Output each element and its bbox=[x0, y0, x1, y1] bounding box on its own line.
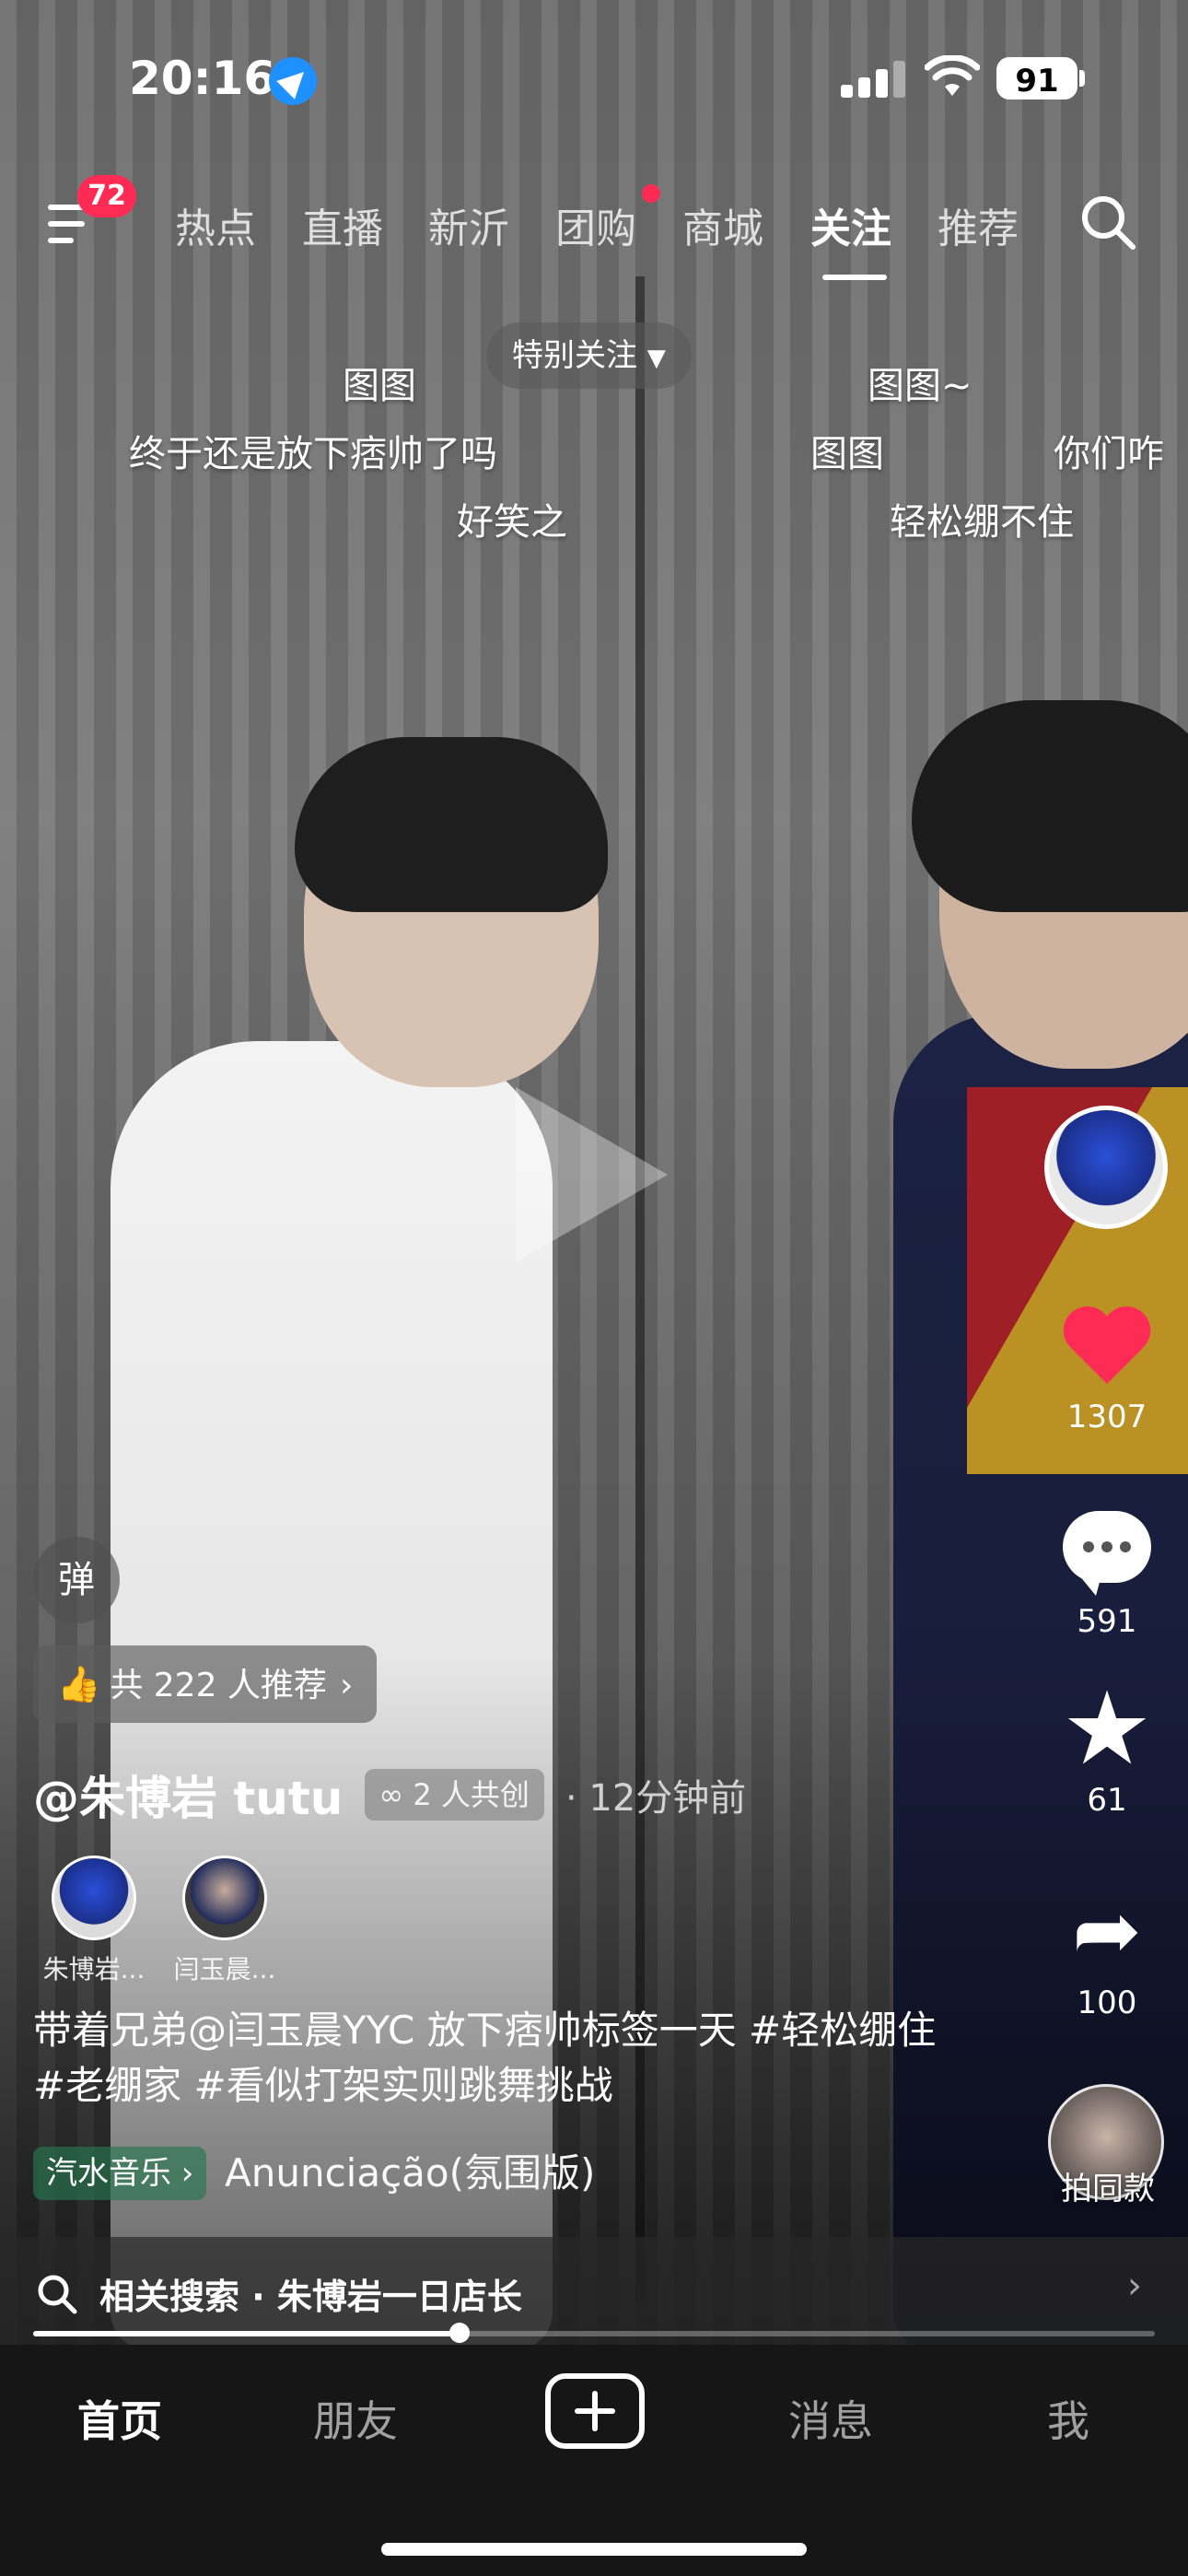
author-avatar[interactable] bbox=[1044, 1106, 1168, 1229]
comment-icon bbox=[1063, 1511, 1151, 1596]
notification-badge: 72 bbox=[77, 175, 136, 217]
status-time: 20:16 bbox=[129, 52, 276, 105]
danmaku-item: 好笑之 bbox=[457, 501, 567, 544]
chevron-right-icon: › bbox=[1127, 2265, 1142, 2307]
favorite-button[interactable]: ★ 61 bbox=[1033, 1669, 1181, 1819]
create-post-button[interactable] bbox=[545, 2373, 645, 2449]
post-time-label: 12分钟前 bbox=[588, 1777, 747, 1820]
search-icon bbox=[38, 2275, 77, 2314]
chevron-right-icon: › bbox=[171, 2155, 194, 2192]
progress-handle[interactable] bbox=[448, 2323, 470, 2343]
tab-hot[interactable]: 热点 bbox=[175, 195, 256, 254]
co-creator-name: 朱博岩... bbox=[42, 1954, 146, 1985]
tab-unread-dot bbox=[642, 184, 660, 203]
cocreate-badge[interactable]: ∞ 2 人共创 bbox=[364, 1769, 544, 1821]
comment-button[interactable]: 591 bbox=[1033, 1511, 1181, 1640]
location-arrow-icon bbox=[269, 57, 317, 105]
status-bar: 20:16 91 bbox=[0, 0, 1188, 157]
like-button[interactable]: 1307 bbox=[1033, 1308, 1181, 1435]
danmaku-item: 图图~ bbox=[868, 365, 973, 407]
music-source-tag[interactable]: 汽水音乐 › bbox=[33, 2147, 207, 2200]
tab-live[interactable]: 直播 bbox=[302, 195, 383, 254]
person-right-hair bbox=[912, 700, 1188, 912]
person-left-hair bbox=[295, 737, 608, 912]
screen: 20:16 91 72 热点 直播 新沂 团购 商城 关注 推荐 特别关注 ▼ … bbox=[0, 0, 1188, 2576]
home-indicator bbox=[381, 2543, 807, 2556]
battery-tip bbox=[1079, 70, 1085, 87]
danmaku-toggle-button[interactable]: 弹 bbox=[33, 1537, 120, 1623]
thumbs-up-icon: 👍 bbox=[57, 1664, 101, 1704]
video-progress-bar[interactable] bbox=[33, 2323, 1155, 2343]
special-follow-label: 特别关注 bbox=[512, 337, 637, 374]
tab-following[interactable]: 关注 bbox=[810, 195, 891, 254]
wifi-icon bbox=[925, 55, 980, 96]
bottom-tab-messages[interactable]: 消息 bbox=[757, 2388, 904, 2449]
cellular-signal-icon bbox=[841, 59, 907, 98]
bottom-tab-home[interactable]: 首页 bbox=[46, 2388, 193, 2449]
danmaku-item: 图图 bbox=[343, 365, 416, 407]
danmaku-item: 终于还是放下痞帅了吗 bbox=[129, 433, 497, 475]
danmaku-item: 轻松绷不住 bbox=[890, 501, 1074, 544]
tab-group-buy[interactable]: 团购 bbox=[555, 195, 636, 254]
play-icon[interactable] bbox=[516, 1087, 668, 1262]
bottom-tab-me[interactable]: 我 bbox=[995, 2388, 1142, 2449]
author-name[interactable]: @朱博岩 tutu bbox=[33, 1772, 343, 1825]
co-creator-avatar[interactable] bbox=[182, 1856, 267, 1940]
video-description[interactable]: 带着兄弟@闫玉晨YYC 放下痞帅标签一天 #轻松绷住 #老绷家 #看似打架实则跳… bbox=[33, 2003, 954, 2113]
music-title[interactable]: Anunciação(氛围版) bbox=[225, 2147, 595, 2200]
special-follow-dropdown[interactable]: 特别关注 ▼ bbox=[486, 322, 692, 389]
danmaku-item: 图图 bbox=[810, 433, 884, 475]
battery-indicator: 91 bbox=[996, 57, 1077, 100]
share-button[interactable]: ➦ 100 bbox=[1033, 1882, 1181, 2022]
tab-local[interactable]: 新沂 bbox=[428, 195, 509, 254]
related-search-text: 相关搜索 · 朱博岩一日店长 bbox=[99, 2277, 522, 2317]
share-icon: ➦ bbox=[1072, 1882, 1142, 1979]
music-source-label: 汽水音乐 bbox=[46, 2155, 171, 2192]
heart-icon bbox=[1061, 1308, 1153, 1391]
search-icon[interactable] bbox=[1079, 193, 1136, 251]
chevron-right-icon: › bbox=[339, 1667, 354, 1704]
star-icon: ★ bbox=[1061, 1669, 1153, 1787]
same-style-label[interactable]: 拍同款 bbox=[1039, 2163, 1177, 2208]
bottom-tab-friends[interactable]: 朋友 bbox=[282, 2388, 429, 2449]
favorite-count: 61 bbox=[1087, 1782, 1127, 1819]
author-row: @朱博岩 tutu ∞ 2 人共创 · 12分钟前 bbox=[33, 1762, 746, 1828]
cocreate-label: 2 人共创 bbox=[413, 1777, 530, 1812]
tab-recommend[interactable]: 推荐 bbox=[938, 195, 1019, 254]
share-count: 100 bbox=[1077, 1985, 1137, 2021]
danmaku-item: 你们咋 bbox=[1054, 433, 1164, 475]
comment-count: 591 bbox=[1077, 1603, 1137, 1640]
post-time: · 12分钟前 bbox=[565, 1777, 747, 1820]
tab-mall[interactable]: 商城 bbox=[682, 195, 763, 254]
recommend-pill[interactable]: 👍 共 222 人推荐 › bbox=[33, 1645, 378, 1723]
recommend-label: 共 222 人推荐 bbox=[110, 1667, 327, 1704]
like-count: 1307 bbox=[1066, 1399, 1147, 1435]
co-creator-avatar[interactable] bbox=[52, 1856, 136, 1940]
co-creator-name: 闫玉晨... bbox=[173, 1954, 276, 1985]
active-tab-indicator bbox=[822, 275, 887, 280]
link-icon: ∞ bbox=[379, 1777, 413, 1812]
caret-down-icon: ▼ bbox=[646, 345, 666, 372]
progress-fill bbox=[33, 2331, 460, 2336]
